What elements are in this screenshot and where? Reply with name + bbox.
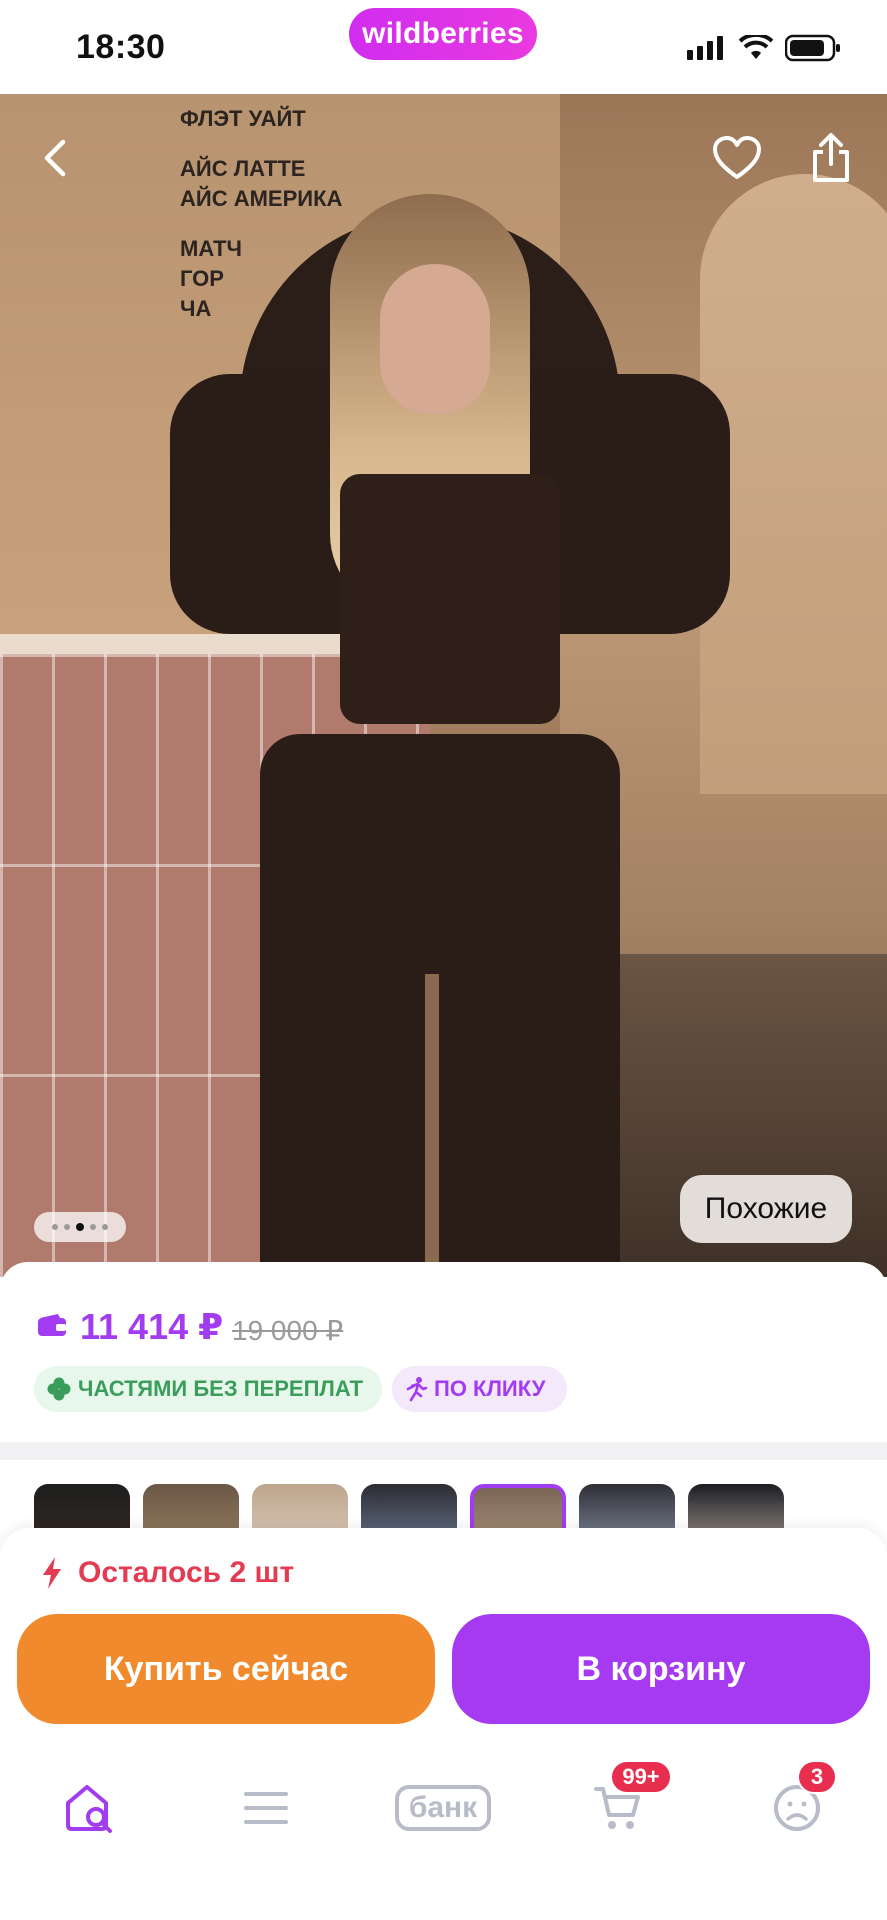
brand-pill[interactable]: wildberries [349,8,537,60]
model-pants [260,734,620,1277]
tab-home[interactable] [40,1758,140,1858]
stock-indicator: Осталось 2 шт [40,1556,294,1590]
section-divider [0,1442,887,1460]
thumbnail[interactable] [252,1484,348,1530]
wifi-icon [739,35,773,59]
thumbnail-selected[interactable] [470,1484,566,1530]
tab-bar: банк 99+ 3 [0,1758,887,1858]
lightning-icon [43,1557,61,1589]
signal-icon [687,36,723,60]
thumbnail-strip [0,1460,887,1530]
model-face [380,264,490,414]
bank-label: банк [408,1791,478,1824]
thumbnail[interactable] [361,1484,457,1530]
menu-icon [244,1792,288,1824]
thumbnail[interactable] [579,1484,675,1530]
clock: 18:30 [76,28,166,66]
old-price: 19 000 ₽ [232,1315,344,1346]
stock-text: Осталось 2 шт [78,1556,295,1589]
current-price: 11 414 ₽ [80,1306,224,1347]
tab-bank[interactable]: банк [385,1758,501,1858]
pager-dot [64,1224,70,1230]
home-search-icon [66,1785,112,1833]
thumbnail[interactable] [143,1484,239,1530]
add-to-cart-button[interactable]: В корзину [452,1614,870,1724]
thumbnail[interactable] [34,1484,130,1530]
pager-dot [102,1224,108,1230]
installments-badge[interactable]: ЧАСТЯМИ БЕЗ ПЕРЕПЛАТ [34,1366,382,1412]
bank-icon: банк [394,1785,492,1831]
wallet-icon [38,1314,66,1336]
model-figure [150,174,740,1277]
model-pants-split [425,974,439,1277]
pager-dot-active [76,1223,84,1231]
battery-icon [785,34,840,62]
favorite-button[interactable] [709,130,765,186]
chevron-left-icon [44,139,66,177]
purchase-sheet: Осталось 2 шт Купить сейчас В корзину ба… [0,1528,887,1920]
clover-icon [47,1377,71,1401]
heart-icon [713,136,761,179]
similar-button[interactable]: Похожие [680,1175,852,1243]
share-button[interactable] [803,130,859,186]
profile-notification-badge: 3 [797,1760,837,1794]
tab-cart[interactable]: 99+ [568,1758,672,1858]
price-card: 11 414 ₽ 19 000 ₽ ЧАСТЯМИ БЕЗ ПЕРЕПЛАТ П… [0,1262,887,1442]
pager-dot [52,1224,58,1230]
thumbnail[interactable] [688,1484,784,1530]
one-click-label: ПО КЛИКУ [434,1376,546,1401]
back-button[interactable] [28,130,84,186]
tab-profile[interactable]: 3 [747,1758,847,1858]
product-photo[interactable]: ФЛЭТ УАЙТ АЙС ЛАТТЕ АЙС АМЕРИКА МАТЧ ГОР… [0,94,887,1277]
status-bar: 18:30 wildberries [0,0,887,94]
one-click-badge[interactable]: ПО КЛИКУ [392,1366,567,1412]
share-icon [813,133,849,182]
running-person-icon [406,1377,428,1402]
cart-count-badge: 99+ [610,1760,672,1794]
buy-now-button[interactable]: Купить сейчас [17,1614,435,1724]
photo-pager [34,1212,126,1242]
installments-label: ЧАСТЯМИ БЕЗ ПЕРЕПЛАТ [78,1376,364,1401]
model-corset [340,474,560,724]
status-icons [687,34,841,62]
pager-dot [90,1224,96,1230]
tab-catalog[interactable] [216,1758,316,1858]
